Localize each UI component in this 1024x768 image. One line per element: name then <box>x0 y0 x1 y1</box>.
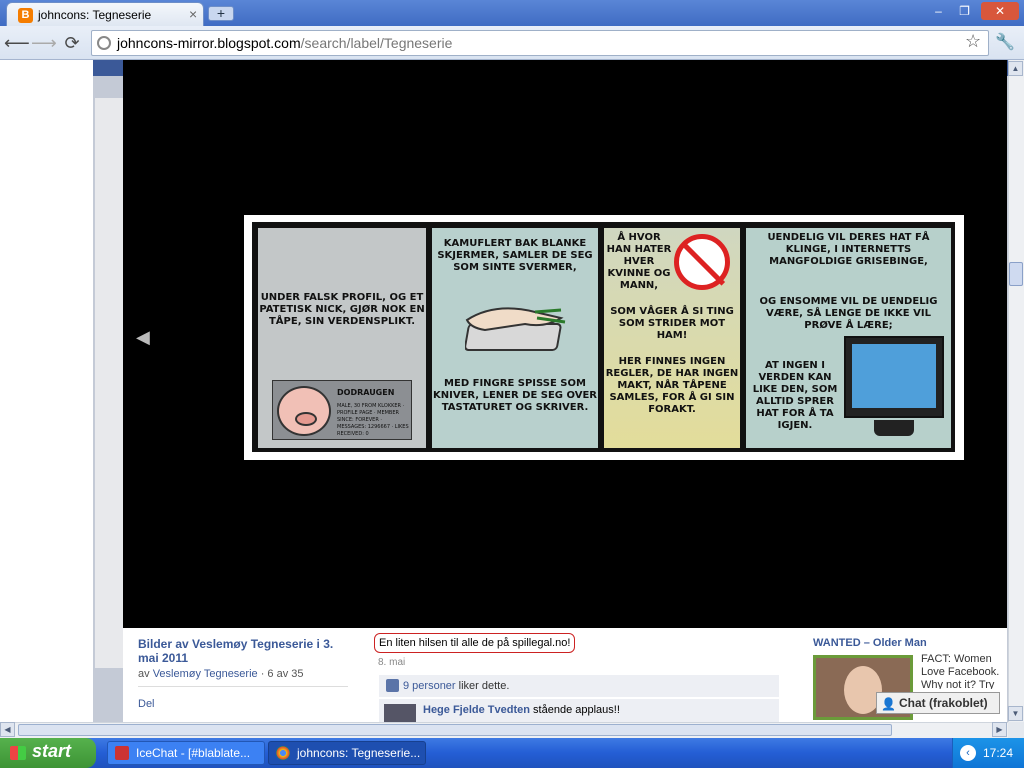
scroll-up-arrow-icon[interactable]: ▲ <box>1008 61 1023 76</box>
scroll-corner <box>1008 722 1024 738</box>
browser-toolbar: ⟵ ⟶ ⟳ johncons-mirror.blogspot.com/searc… <box>0 26 1024 60</box>
blogger-favicon-icon: B <box>18 8 33 23</box>
panel-3-bottom-text: Her finnes ingen regler, de har ingen ma… <box>605 356 739 415</box>
address-bar[interactable]: johncons-mirror.blogspot.com/search/labe… <box>91 30 989 56</box>
likes-suffix: liker dette. <box>455 680 510 692</box>
comment-author-link[interactable]: Hege Fjelde Tvedten <box>423 704 530 716</box>
ad-text: FACT: Women Love Facebook. Why not it? T… <box>921 653 1000 689</box>
bookmark-star-icon[interactable]: ☆ <box>965 31 981 52</box>
clock[interactable]: 17:24 <box>983 746 1013 760</box>
photo-caption: En liten hilsen til alle de på spillegal… <box>374 633 576 653</box>
album-meta-count: · 6 av 35 <box>257 668 304 680</box>
url-path: /search/label/Tegneserie <box>300 35 453 51</box>
panel-3-mid-text: som våger å si ting som strider mot ham! <box>610 306 734 341</box>
system-tray: ‹ 17:24 <box>952 738 1024 768</box>
taskbar-item-label: IceChat - [#blablate... <box>136 746 251 760</box>
thumbs-up-icon <box>386 679 399 692</box>
chat-label: Chat (frakoblet) <box>899 696 988 710</box>
panel-4-bottom-text: at ingen i verden kan like den, som allt… <box>752 360 838 431</box>
photo-date[interactable]: 8. mai <box>378 657 405 668</box>
photo-details: Bilder av Veslemøy Tegneserie i 3. mai 2… <box>123 628 1007 722</box>
comment-body: stående applaus!! <box>529 704 620 716</box>
restore-button[interactable]: ❐ <box>952 2 977 20</box>
vertical-scroll-thumb[interactable] <box>1009 262 1023 286</box>
start-label: start <box>32 741 72 761</box>
url-domain: johncons-mirror.blogspot.com <box>117 35 301 51</box>
windows-logo-icon <box>10 746 26 760</box>
tab-close-icon[interactable]: × <box>189 6 197 22</box>
chat-bar[interactable]: 👤 Chat (frakoblet) <box>876 692 1000 714</box>
tab-title: johncons: Tegneserie <box>38 8 152 22</box>
album-title-link[interactable]: Bilder av Veslemøy Tegneserie i 3. mai 2… <box>138 637 348 665</box>
page-viewport: ◀ Under falsk profil, og et patetisk nic… <box>0 60 1008 722</box>
share-link[interactable]: Del <box>138 698 155 710</box>
monitor-icon <box>844 336 944 418</box>
panel-4-mid-text: og ensomme vil de uendelig være, så leng… <box>759 296 938 331</box>
taskbar-item-icechat[interactable]: IceChat - [#blablate... <box>107 741 265 765</box>
chat-user-icon: 👤 <box>881 697 896 711</box>
icechat-icon <box>115 746 129 760</box>
panel-2-top-text: Kamuflert bak blanke skjermer, samler de… <box>437 238 593 273</box>
comic-panel-2: Kamuflert bak blanke skjermer, samler de… <box>430 226 600 450</box>
chrome-icon <box>276 746 290 760</box>
comment-text: Hege Fjelde Tvedten stående applaus!! <box>423 704 620 716</box>
album-author-link[interactable]: Veslemøy Tegneserie <box>153 668 258 680</box>
browser-tab[interactable]: B johncons: Tegneserie × <box>6 2 204 26</box>
profile-name: DODRAUGEN <box>337 388 395 397</box>
taskbar-item-chrome[interactable]: johncons: Tegneserie... <box>268 741 426 765</box>
reload-button[interactable]: ⟳ <box>60 32 84 54</box>
start-button[interactable]: start <box>0 738 96 768</box>
panel-3-top-text: Å hvor han hater hver kvinne og mann, <box>606 232 672 291</box>
scroll-down-arrow-icon[interactable]: ▼ <box>1008 706 1023 721</box>
comic-panel-4: Uendelig vil deres hat få klinge, i inte… <box>744 226 953 450</box>
forward-button[interactable]: ⟶ <box>31 32 57 54</box>
profile-card: DODRAUGEN MALE, 30 FROM KLOKKER · PROFIL… <box>272 380 412 440</box>
window-close-button[interactable]: ✕ <box>981 2 1019 20</box>
album-meta-prefix: av <box>138 668 153 680</box>
monitor-stand <box>874 420 914 436</box>
comic-panel-3: Å hvor han hater hver kvinne og mann, so… <box>602 226 742 450</box>
panel-4-top-text: Uendelig vil deres hat få klinge, i inte… <box>767 232 930 267</box>
panel-2-bottom-text: med fingre spisse som kniver, lener de s… <box>433 378 597 413</box>
likes-count-link[interactable]: 9 personer <box>403 680 456 692</box>
facebook-page-edge <box>95 98 123 668</box>
tray-expand-icon[interactable]: ‹ <box>960 745 976 761</box>
url-text: johncons-mirror.blogspot.com/search/labe… <box>117 35 452 51</box>
pig-avatar-icon <box>277 386 331 436</box>
vertical-scrollbar[interactable] <box>1008 60 1024 722</box>
typing-hand-icon <box>465 307 566 351</box>
new-tab-button[interactable]: + <box>208 6 234 21</box>
minimize-button[interactable]: – <box>926 2 951 20</box>
comic-panel-1: Under falsk profil, og et patetisk nick,… <box>256 226 428 450</box>
previous-photo-arrow-icon[interactable]: ◀ <box>136 327 150 348</box>
ad-title-link[interactable]: WANTED – Older Man <box>813 637 927 649</box>
avatar[interactable] <box>384 704 416 722</box>
comic-image[interactable]: Under falsk profil, og et patetisk nick,… <box>244 215 964 460</box>
wrench-menu-icon[interactable]: 🔧 <box>995 32 1015 52</box>
stop-slash <box>681 242 726 286</box>
comic-strip: Under falsk profil, og et patetisk nick,… <box>252 222 955 452</box>
monitor-screen-pig <box>852 344 936 408</box>
likes-bar: 9 personer liker dette. <box>379 675 779 697</box>
profile-info: MALE, 30 FROM KLOKKER · PROFILE PAGE · M… <box>337 403 409 437</box>
pig-snout <box>295 412 317 426</box>
back-button[interactable]: ⟵ <box>4 32 30 54</box>
divider <box>138 686 348 687</box>
likes-text: 9 personer liker dette. <box>403 680 509 692</box>
page-globe-icon <box>97 36 111 50</box>
panel-1-text: Under falsk profil, og et patetisk nick,… <box>259 292 425 327</box>
scroll-right-arrow-icon[interactable]: ▶ <box>992 722 1007 737</box>
scroll-left-arrow-icon[interactable]: ◀ <box>0 722 15 737</box>
taskbar-item-label: johncons: Tegneserie... <box>297 746 421 760</box>
comment-row: Hege Fjelde Tvedten stående applaus!! <box>379 699 779 722</box>
album-meta: av Veslemøy Tegneserie · 6 av 35 <box>138 668 304 680</box>
stop-hand-icon <box>674 234 730 290</box>
horizontal-scroll-thumb[interactable] <box>18 724 892 736</box>
